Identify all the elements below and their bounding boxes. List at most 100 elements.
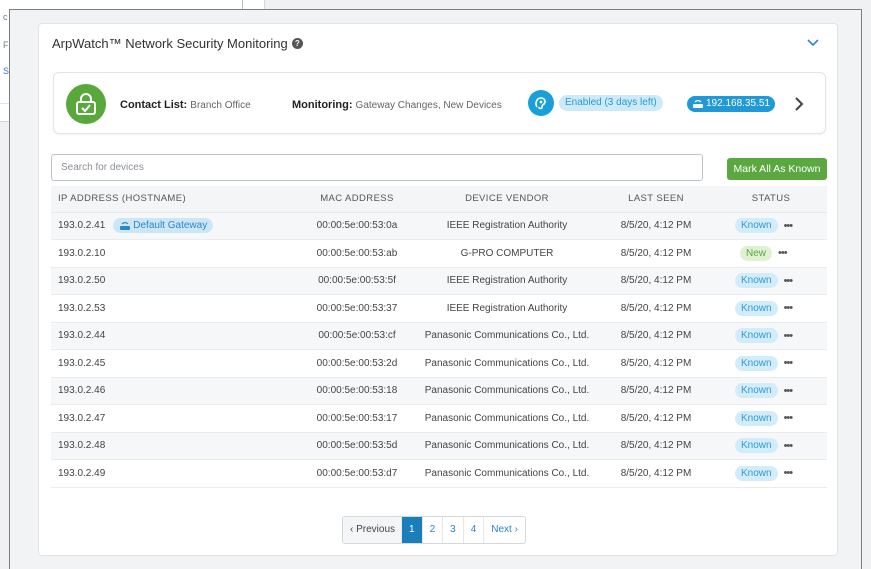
cell-mac: 00:00:5e:00:53:5f: [297, 267, 417, 295]
column-header-status[interactable]: STATUS: [715, 186, 827, 213]
cell-last-seen: 8/5/20, 4:12 PM: [597, 432, 715, 460]
page-button[interactable]: 1: [402, 517, 423, 543]
table-row[interactable]: 193.0.2.53 00:00:5e:00:53:37 IEEE Registra…: [51, 294, 827, 323]
page-button[interactable]: 3: [443, 517, 464, 543]
cell-ip: 193.0.2.41 Default Gateway: [51, 212, 297, 240]
ip-address: 193.0.2.44: [58, 330, 106, 342]
contact-list: Contact List: Branch Office: [120, 99, 251, 111]
column-header-last-seen[interactable]: LAST SEEN: [597, 186, 715, 213]
cell-status: Known •••: [715, 404, 827, 433]
table-row[interactable]: 193.0.2.49 00:00:5e:00:53:d7 Panasonic Com…: [51, 459, 827, 488]
more-options-icon[interactable]: •••: [784, 467, 794, 479]
status-badge[interactable]: Known: [735, 355, 778, 371]
column-header-mac[interactable]: MAC ADDRESS: [297, 186, 417, 213]
cell-ip: 193.0.2.44: [51, 322, 297, 350]
ip-badge[interactable]: 192.168.35.51: [687, 96, 775, 112]
cell-status: Known •••: [715, 322, 827, 350]
status-badge[interactable]: Known: [735, 273, 778, 289]
more-options-icon[interactable]: •••: [784, 330, 794, 342]
hostname-badge[interactable]: Default Gateway: [113, 218, 214, 234]
cell-last-seen: 8/5/20, 4:12 PM: [597, 404, 715, 433]
summary-panel: Contact List: Branch Office Monitoring: …: [53, 72, 826, 134]
search-box: [51, 154, 703, 181]
chevron-right-icon[interactable]: [794, 96, 804, 112]
cell-mac: 00:00:5e:00:53:ab: [297, 239, 417, 268]
cell-last-seen: 8/5/20, 4:12 PM: [597, 239, 715, 268]
cell-vendor: IEEE Registration Authority: [417, 212, 597, 240]
status-badge[interactable]: Known: [735, 300, 778, 316]
status-badge[interactable]: New: [740, 245, 773, 261]
table-row[interactable]: 193.0.2.46 00:00:5e:00:53:18 Panasonic Com…: [51, 377, 827, 405]
cell-vendor: Panasonic Communications Co., Ltd.: [417, 322, 597, 350]
cell-last-seen: 8/5/20, 4:12 PM: [597, 377, 715, 405]
mark-all-known-button[interactable]: Mark All As Known: [727, 158, 827, 180]
cell-vendor: Panasonic Communications Co., Ltd.: [417, 377, 597, 405]
enabled-status-badge[interactable]: Enabled (3 days left): [559, 95, 663, 111]
cell-vendor: Panasonic Communications Co., Ltd.: [417, 459, 597, 488]
ip-address: 193.0.2.46: [58, 385, 106, 397]
cell-last-seen: 8/5/20, 4:12 PM: [597, 294, 715, 323]
cell-status: Known •••: [715, 377, 827, 405]
cell-status: Known •••: [715, 432, 827, 460]
ip-address: 193.0.2.53: [58, 302, 106, 314]
help-icon[interactable]: ?: [291, 38, 303, 49]
cell-vendor: Panasonic Communications Co., Ltd.: [417, 404, 597, 433]
more-options-icon[interactable]: •••: [778, 247, 788, 259]
ip-address: 193.0.2.48: [58, 440, 106, 452]
more-options-icon[interactable]: •••: [784, 302, 794, 314]
status-badge[interactable]: Known: [735, 438, 778, 454]
cell-last-seen: 8/5/20, 4:12 PM: [597, 212, 715, 240]
cell-mac: 00:00:5e:00:53:17: [297, 404, 417, 433]
status-badge[interactable]: Known: [735, 328, 778, 344]
cell-last-seen: 8/5/20, 4:12 PM: [597, 267, 715, 295]
devices-table: IP ADDRESS (HOSTNAME) MAC ADDRESS DEVICE…: [51, 186, 827, 488]
table-row[interactable]: 193.0.2.44 00:00:5e:00:53:cf Panasonic Com…: [51, 322, 827, 350]
more-options-icon[interactable]: •••: [784, 385, 794, 397]
more-options-icon[interactable]: •••: [784, 357, 794, 369]
cell-vendor: IEEE Registration Authority: [417, 267, 597, 295]
status-badge[interactable]: Known: [735, 465, 778, 481]
cell-status: Known •••: [715, 267, 827, 295]
previous-page-button[interactable]: ‹ Previous: [343, 517, 403, 543]
chevron-down-icon[interactable]: [807, 37, 819, 47]
cell-ip: 193.0.2.53: [51, 294, 297, 323]
more-options-icon[interactable]: •••: [784, 440, 794, 452]
table-row[interactable]: 193.0.2.10 00:00:5e:00:53:ab G-PRO COMPUTE…: [51, 239, 827, 268]
search-input[interactable]: [52, 155, 702, 180]
status-badge[interactable]: Known: [735, 383, 778, 399]
cell-status: Known •••: [715, 294, 827, 323]
table-header-row: IP ADDRESS (HOSTNAME) MAC ADDRESS DEVICE…: [51, 186, 827, 213]
cell-mac: 00:00:5e:00:53:2d: [297, 349, 417, 378]
table-row[interactable]: 193.0.2.48 00:00:5e:00:53:5d Panasonic Com…: [51, 432, 827, 460]
background-letter: c: [3, 12, 8, 22]
table-row[interactable]: 193.0.2.41 Default Gateway 00:00:5e:00:53:…: [51, 212, 827, 240]
status-badge[interactable]: Known: [735, 410, 778, 426]
more-options-icon[interactable]: •••: [784, 275, 794, 287]
status-badge[interactable]: Known: [735, 218, 778, 234]
ip-address: 193.0.2.47: [58, 412, 106, 424]
page-button[interactable]: 2: [423, 517, 444, 543]
next-page-button[interactable]: Next ›: [484, 517, 525, 543]
router-icon: [120, 221, 131, 230]
cell-ip: 193.0.2.10: [51, 239, 297, 268]
cell-mac: 00:00:5e:00:53:d7: [297, 459, 417, 488]
cell-ip: 193.0.2.49: [51, 459, 297, 488]
cell-vendor: G-PRO COMPUTER: [417, 239, 597, 268]
table-row[interactable]: 193.0.2.47 00:00:5e:00:53:17 Panasonic Com…: [51, 404, 827, 433]
table-row[interactable]: 193.0.2.50 00:00:5e:00:53:5f IEEE Registra…: [51, 267, 827, 295]
column-header-ip[interactable]: IP ADDRESS (HOSTNAME): [51, 186, 297, 213]
ip-address: 193.0.2.10: [58, 247, 106, 259]
more-options-icon[interactable]: •••: [784, 412, 794, 424]
cell-ip: 193.0.2.46: [51, 377, 297, 405]
table-row[interactable]: 193.0.2.45 00:00:5e:00:53:2d Panasonic Com…: [51, 349, 827, 378]
card-title-text: ArpWatch™ Network Security Monitoring: [52, 36, 288, 51]
cell-last-seen: 8/5/20, 4:12 PM: [597, 349, 715, 378]
cell-mac: 00:00:5e:00:53:0a: [297, 212, 417, 240]
more-options-icon[interactable]: •••: [784, 220, 794, 232]
ear-shield-icon: [528, 90, 554, 116]
cell-last-seen: 8/5/20, 4:12 PM: [597, 322, 715, 350]
column-header-vendor[interactable]: DEVICE VENDOR: [417, 186, 597, 213]
cell-status: Known •••: [715, 349, 827, 378]
page-button[interactable]: 4: [464, 517, 485, 543]
router-icon: [693, 100, 703, 108]
